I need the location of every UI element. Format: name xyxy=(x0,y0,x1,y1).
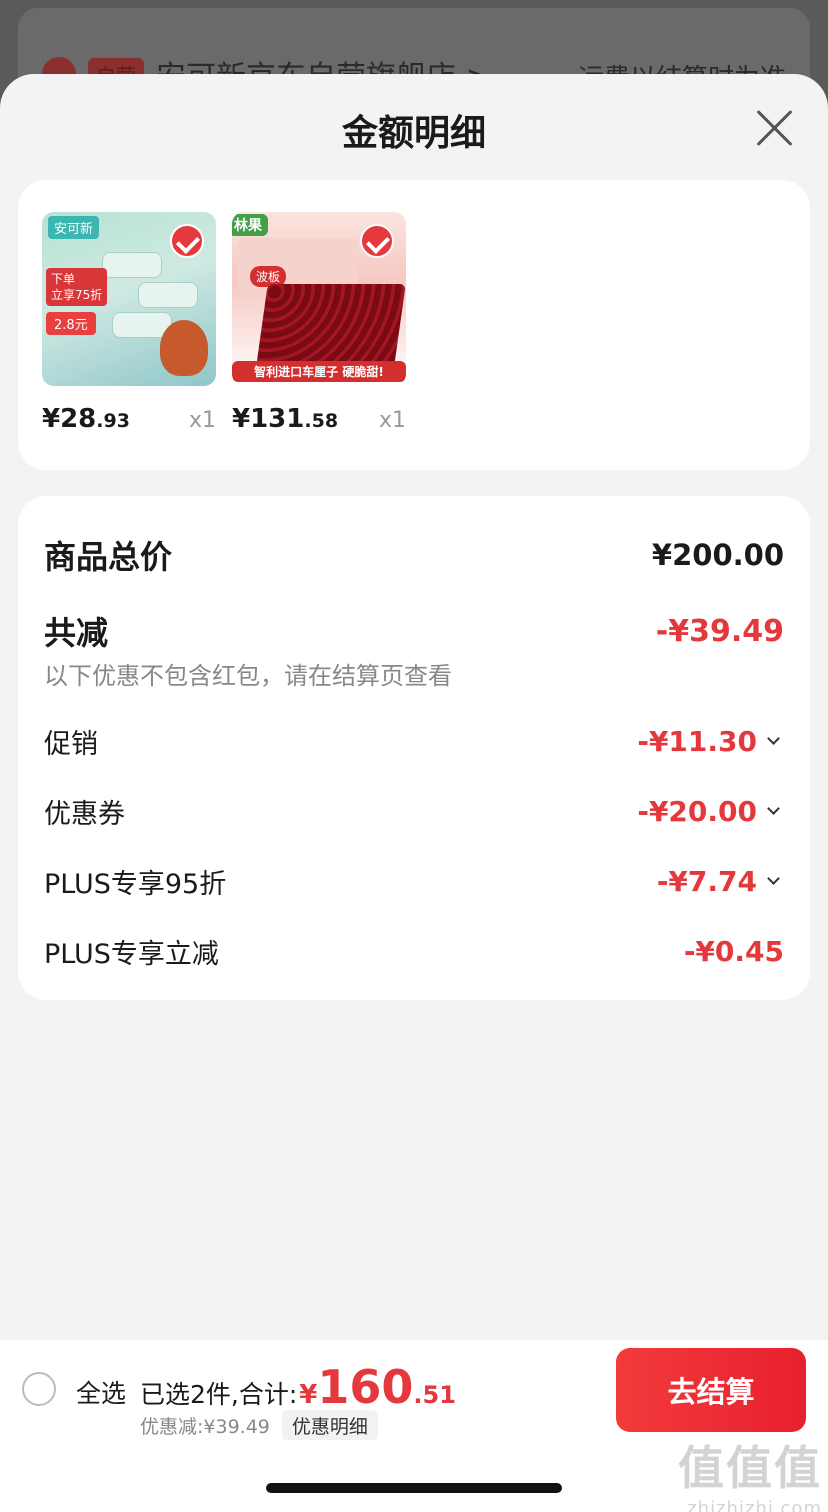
wipes-pack-shape xyxy=(102,252,162,278)
product-banner: 智利进口车厘子 硬脆甜! xyxy=(232,361,406,382)
total-currency: ¥ xyxy=(299,1380,318,1410)
select-all-radio[interactable] xyxy=(22,1372,56,1406)
amount-detail-sheet: 金额明细 安可新 下单 立享75折 2.8元 ¥28.93 x1 波板 林果 智… xyxy=(0,74,828,1512)
total-amount-int: 160 xyxy=(317,1360,414,1414)
chevron-down-icon[interactable] xyxy=(767,802,780,815)
total-amount-dec: .51 xyxy=(413,1381,456,1409)
discount-row-plus-instant: PLUS专享立减 -¥0.45 xyxy=(44,932,784,971)
selected-check-icon[interactable] xyxy=(170,224,204,258)
product-price-row: ¥131.58 x1 xyxy=(232,404,406,434)
total-price-value: ¥200.00 xyxy=(651,538,784,572)
close-icon[interactable] xyxy=(754,108,794,148)
total-price-label: 商品总价 xyxy=(44,538,173,576)
discount-label: PLUS专享95折 xyxy=(44,869,227,900)
checkout-bar: 全选 已选2件,合计: ¥ 160 .51 优惠减:¥39.49 优惠明细 去结… xyxy=(0,1340,828,1441)
watermark-url: zhizhizhi.com xyxy=(687,1498,822,1512)
reduction-note: 以下优惠不包含红包，请在结算页查看 xyxy=(44,662,452,690)
product-promo-price: 2.8元 xyxy=(46,312,96,335)
product-promo-tag: 下单 立享75折 xyxy=(46,268,108,306)
total-price-row: 商品总价 ¥200.00 xyxy=(44,532,784,578)
selected-count-text: 已选2件,合计: xyxy=(140,1380,298,1409)
discount-value: -¥0.45 xyxy=(683,935,784,968)
discount-amount: 优惠减:¥39.49 xyxy=(140,1416,270,1438)
total-reduction-label: 共减 xyxy=(44,614,109,652)
discount-label: 优惠券 xyxy=(44,799,125,830)
discount-row-plus-95[interactable]: PLUS专享95折 -¥7.74 xyxy=(44,862,784,901)
product-item[interactable]: 波板 林果 智利进口车厘子 硬脆甜! ¥131.58 x1 xyxy=(232,212,406,434)
product-price: ¥131.58 xyxy=(232,404,339,434)
product-quantity: x1 xyxy=(378,408,406,433)
total-reduction-row: 共减 -¥39.49 xyxy=(44,608,784,654)
discount-detail-button[interactable]: 优惠明细 xyxy=(281,1410,378,1441)
product-image[interactable]: 波板 林果 智利进口车厘子 硬脆甜! xyxy=(232,212,406,386)
discount-label: 促销 xyxy=(44,729,98,760)
discount-summary: 优惠减:¥39.49 优惠明细 xyxy=(140,1410,378,1441)
watermark: 值值值 zhizhizhi.com xyxy=(678,1432,822,1512)
product-image[interactable]: 安可新 下单 立享75折 2.8元 xyxy=(42,212,216,386)
total-reduction-value: -¥39.49 xyxy=(655,613,784,649)
discount-value: -¥7.74 xyxy=(657,865,784,898)
selected-check-icon[interactable] xyxy=(360,224,394,258)
cherry-box xyxy=(256,284,406,366)
product-price: ¥28.93 xyxy=(42,404,130,434)
price-breakdown-card: 商品总价 ¥200.00 共减 -¥39.49 以下优惠不包含红包，请在结算页查… xyxy=(18,496,810,1000)
discount-label: PLUS专享立减 xyxy=(44,939,219,970)
select-all-label[interactable]: 全选 xyxy=(76,1374,126,1410)
watermark-logo: 值值值 xyxy=(678,1441,822,1495)
discount-row-promotion[interactable]: 促销 -¥11.30 xyxy=(44,722,784,761)
discount-value: -¥20.00 xyxy=(637,795,784,828)
product-brand-tag: 林果 xyxy=(232,214,268,236)
checkout-button[interactable]: 去结算 xyxy=(616,1348,806,1432)
product-brand-tag: 安可新 xyxy=(48,216,100,239)
red-panda-mascot xyxy=(160,320,208,376)
home-indicator[interactable] xyxy=(266,1483,562,1493)
discount-value: -¥11.30 xyxy=(637,725,784,758)
selected-total: 已选2件,合计: ¥ 160 .51 xyxy=(140,1360,456,1414)
discount-row-coupon[interactable]: 优惠券 -¥20.00 xyxy=(44,792,784,831)
product-quantity: x1 xyxy=(188,408,216,433)
chevron-down-icon[interactable] xyxy=(767,872,780,885)
wipes-pack-shape xyxy=(138,282,198,308)
product-price-row: ¥28.93 x1 xyxy=(42,404,216,434)
products-card: 安可新 下单 立享75折 2.8元 ¥28.93 x1 波板 林果 智利进口车厘… xyxy=(18,180,810,470)
sheet-title: 金额明细 xyxy=(341,113,486,154)
chevron-down-icon[interactable] xyxy=(767,732,780,745)
product-item[interactable]: 安可新 下单 立享75折 2.8元 ¥28.93 x1 xyxy=(42,212,216,434)
